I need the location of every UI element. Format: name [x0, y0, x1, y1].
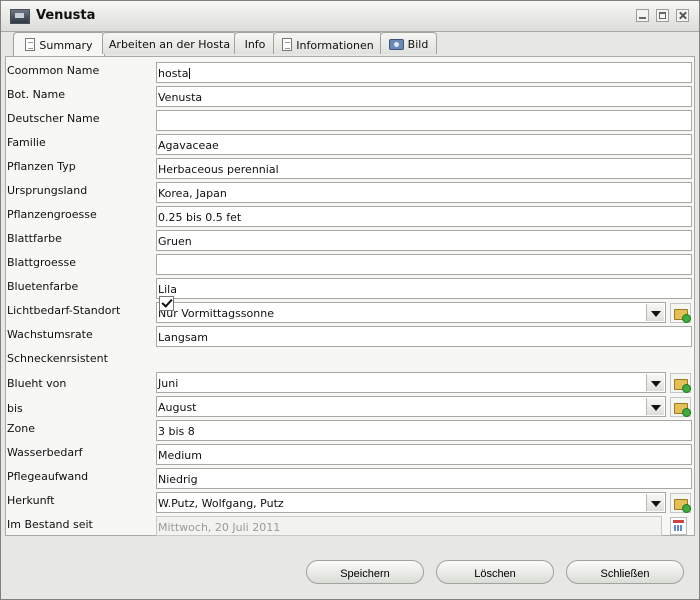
- minimize-button[interactable]: [636, 9, 649, 22]
- herkunft-label: Herkunft: [7, 494, 55, 507]
- pflegeaufwand-input[interactable]: Niedrig: [156, 468, 692, 489]
- zone-input[interactable]: 3 bis 8: [156, 420, 692, 441]
- calendar-icon[interactable]: [670, 517, 687, 535]
- schneckenresistent-checkbox[interactable]: [159, 296, 174, 311]
- herkunft-value: W.Putz, Wolfgang, Putz: [158, 497, 284, 510]
- tab-bild-label: Bild: [407, 38, 429, 51]
- bluetenfarbe-input[interactable]: Lila: [156, 278, 692, 299]
- blattfarbe-input[interactable]: Gruen: [156, 230, 692, 251]
- deutscher-name-label: Deutscher Name: [7, 112, 100, 125]
- bot-name-label: Bot. Name: [7, 88, 66, 101]
- pflanzen-typ-input[interactable]: Herbaceous perennial: [156, 158, 692, 179]
- text-cursor: [188, 68, 190, 79]
- bis-value: August: [158, 401, 197, 414]
- tab-arbeiten-label: Arbeiten an der Hosta: [108, 38, 231, 51]
- tab-arbeiten-an-der-hosta[interactable]: Arbeiten an der Hosta: [102, 32, 237, 54]
- tab-summary-label: Summary: [39, 39, 93, 52]
- blueht-von-label: Blueht von: [7, 377, 67, 390]
- tab-info-label: Info: [244, 38, 266, 51]
- pflanzengroesse-label: Pflanzengroesse: [7, 208, 97, 221]
- im-bestand-seit-label: Im Bestand seit: [7, 518, 93, 531]
- plant-detail-window: Venusta Summary Arbeiten an der Hosta In…: [0, 0, 700, 600]
- save-button[interactable]: Speichern: [306, 560, 424, 584]
- wachstumsrate-label: Wachstumsrate: [7, 328, 93, 341]
- close-button[interactable]: Schließen: [566, 560, 684, 584]
- common-name-value: hosta: [158, 67, 189, 80]
- lichtbedarf-value: Nur Vormittagssonne: [158, 307, 274, 320]
- deutscher-name-input[interactable]: [156, 110, 692, 131]
- bot-name-input[interactable]: Venusta: [156, 86, 692, 107]
- chevron-down-icon[interactable]: [646, 374, 664, 391]
- im-bestand-seit-date[interactable]: Mittwoch, 20 Juli 2011: [156, 516, 662, 536]
- lichtbedarf-label: Lichtbedarf-Standort: [7, 304, 121, 317]
- blattgroesse-input[interactable]: [156, 254, 692, 275]
- chevron-down-icon[interactable]: [646, 398, 664, 415]
- folder-add-icon[interactable]: [670, 493, 691, 513]
- folder-add-icon[interactable]: [670, 303, 691, 323]
- app-icon: [10, 9, 30, 24]
- folder-add-icon[interactable]: [670, 397, 691, 417]
- blattgroesse-label: Blattgroesse: [7, 256, 76, 269]
- chevron-down-icon[interactable]: [646, 494, 664, 511]
- folder-add-icon[interactable]: [670, 373, 691, 393]
- title-bar[interactable]: Venusta: [1, 1, 699, 32]
- wasserbedarf-input[interactable]: Medium: [156, 444, 692, 465]
- familie-label: Familie: [7, 136, 46, 149]
- common-name-label: Coommon Name: [7, 64, 100, 77]
- tab-informationen-label: Informationen: [296, 39, 374, 52]
- window-title: Venusta: [36, 8, 96, 23]
- schneckenresistent-label: Schneckenrsistent: [7, 352, 108, 365]
- chevron-down-icon[interactable]: [646, 304, 664, 321]
- camera-icon: [388, 39, 404, 50]
- lichtbedarf-select[interactable]: Nur Vormittagssonne: [156, 302, 666, 323]
- familie-input[interactable]: Agavaceae: [156, 134, 692, 155]
- maximize-button[interactable]: [656, 9, 669, 22]
- pflanzengroesse-input[interactable]: 0.25 bis 0.5 fet: [156, 206, 692, 227]
- tab-summary[interactable]: Summary: [13, 32, 105, 56]
- blattfarbe-label: Blattfarbe: [7, 232, 62, 245]
- bluetenfarbe-label: Bluetenfarbe: [7, 280, 79, 293]
- tab-bild[interactable]: Bild: [380, 32, 437, 54]
- ursprungsland-label: Ursprungsland: [7, 184, 88, 197]
- close-window-button[interactable]: [676, 9, 689, 22]
- wachstumsrate-input[interactable]: Langsam: [156, 326, 692, 347]
- blueht-von-select[interactable]: Juni: [156, 372, 666, 393]
- tab-informationen[interactable]: Informationen: [273, 32, 383, 54]
- bis-label: bis: [7, 402, 23, 415]
- ursprungsland-input[interactable]: Korea, Japan: [156, 182, 692, 203]
- wasserbedarf-label: Wasserbedarf: [7, 446, 83, 459]
- pflanzen-typ-label: Pflanzen Typ: [7, 160, 76, 173]
- common-name-input[interactable]: hosta: [156, 62, 692, 83]
- document-icon: [25, 38, 36, 51]
- zone-label: Zone: [7, 422, 36, 435]
- blueht-von-value: Juni: [158, 377, 179, 390]
- tab-info[interactable]: Info: [234, 32, 276, 54]
- herkunft-select[interactable]: W.Putz, Wolfgang, Putz: [156, 492, 666, 513]
- document-icon: [282, 38, 293, 51]
- bis-select[interactable]: August: [156, 396, 666, 417]
- pflegeaufwand-label: Pflegeaufwand: [7, 470, 89, 483]
- delete-button[interactable]: Löschen: [436, 560, 554, 584]
